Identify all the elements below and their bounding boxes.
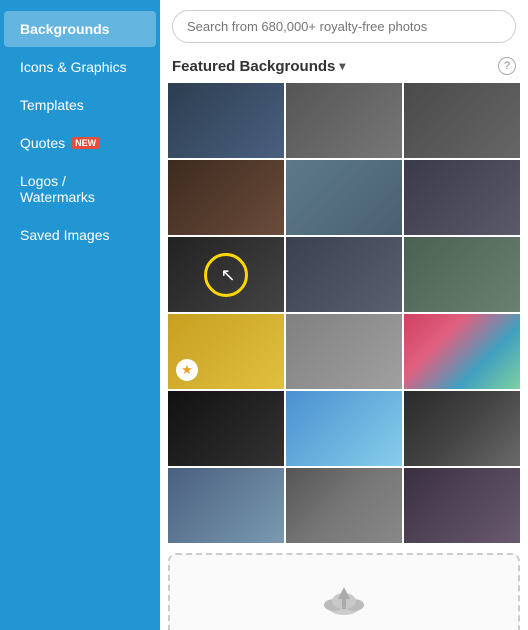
search-bar-container (160, 0, 528, 51)
sidebar-item-saved-images[interactable]: Saved Images (4, 217, 156, 253)
bg-image-2[interactable] (286, 83, 402, 158)
search-input[interactable] (172, 10, 516, 43)
sidebar-label-templates: Templates (20, 97, 84, 113)
bg-image-7[interactable]: ↖ (168, 237, 284, 312)
featured-header: Featured Backgrounds ▾ ? (160, 51, 528, 83)
bg-image-14[interactable] (286, 391, 402, 466)
bg-image-1[interactable] (168, 83, 284, 158)
image-grid: ↖ ★ (160, 83, 528, 543)
bg-image-6[interactable] (404, 160, 520, 235)
bg-image-18[interactable] (404, 468, 520, 543)
featured-title-text: Featured Backgrounds (172, 58, 335, 75)
sidebar-label-backgrounds: Backgrounds (20, 21, 109, 37)
sidebar-label-quotes: Quotes (20, 135, 65, 151)
sidebar-item-templates[interactable]: Templates (4, 87, 156, 123)
sidebar-item-quotes[interactable]: Quotes NEW (4, 125, 156, 161)
upload-cloud-icon (320, 579, 368, 628)
bg-image-13[interactable] (168, 391, 284, 466)
sidebar-item-logos-watermarks[interactable]: Logos / Watermarks (4, 163, 156, 215)
sidebar-item-icons-graphics[interactable]: Icons & Graphics (4, 49, 156, 85)
sidebar: Backgrounds Icons & Graphics Templates Q… (0, 0, 160, 630)
main-content: Featured Backgrounds ▾ ? (160, 0, 528, 630)
quotes-new-badge: NEW (71, 137, 100, 149)
bg-image-15[interactable] (404, 391, 520, 466)
bg-image-16[interactable] (168, 468, 284, 543)
upload-backgrounds-area[interactable]: Upload Backgrounds (168, 553, 520, 630)
bg-image-12[interactable] (404, 314, 520, 389)
bg-image-3[interactable] (404, 83, 520, 158)
bg-image-8[interactable] (286, 237, 402, 312)
star-badge: ★ (176, 359, 198, 381)
bg-image-17[interactable] (286, 468, 402, 543)
cursor-icon: ↖ (220, 265, 235, 286)
sidebar-label-saved-images: Saved Images (20, 227, 110, 243)
bg-image-10[interactable]: ★ (168, 314, 284, 389)
bg-image-11[interactable] (286, 314, 402, 389)
cursor-circle: ↖ (204, 253, 248, 297)
bg-image-9[interactable] (404, 237, 520, 312)
sidebar-label-logos-watermarks: Logos / Watermarks (20, 173, 140, 205)
bg-image-5[interactable] (286, 160, 402, 235)
sidebar-item-backgrounds[interactable]: Backgrounds (4, 11, 156, 47)
chevron-down-icon: ▾ (339, 59, 345, 73)
bg-image-4[interactable] (168, 160, 284, 235)
sidebar-label-icons-graphics: Icons & Graphics (20, 59, 127, 75)
featured-title-group[interactable]: Featured Backgrounds ▾ (172, 58, 345, 75)
help-icon[interactable]: ? (498, 57, 516, 75)
